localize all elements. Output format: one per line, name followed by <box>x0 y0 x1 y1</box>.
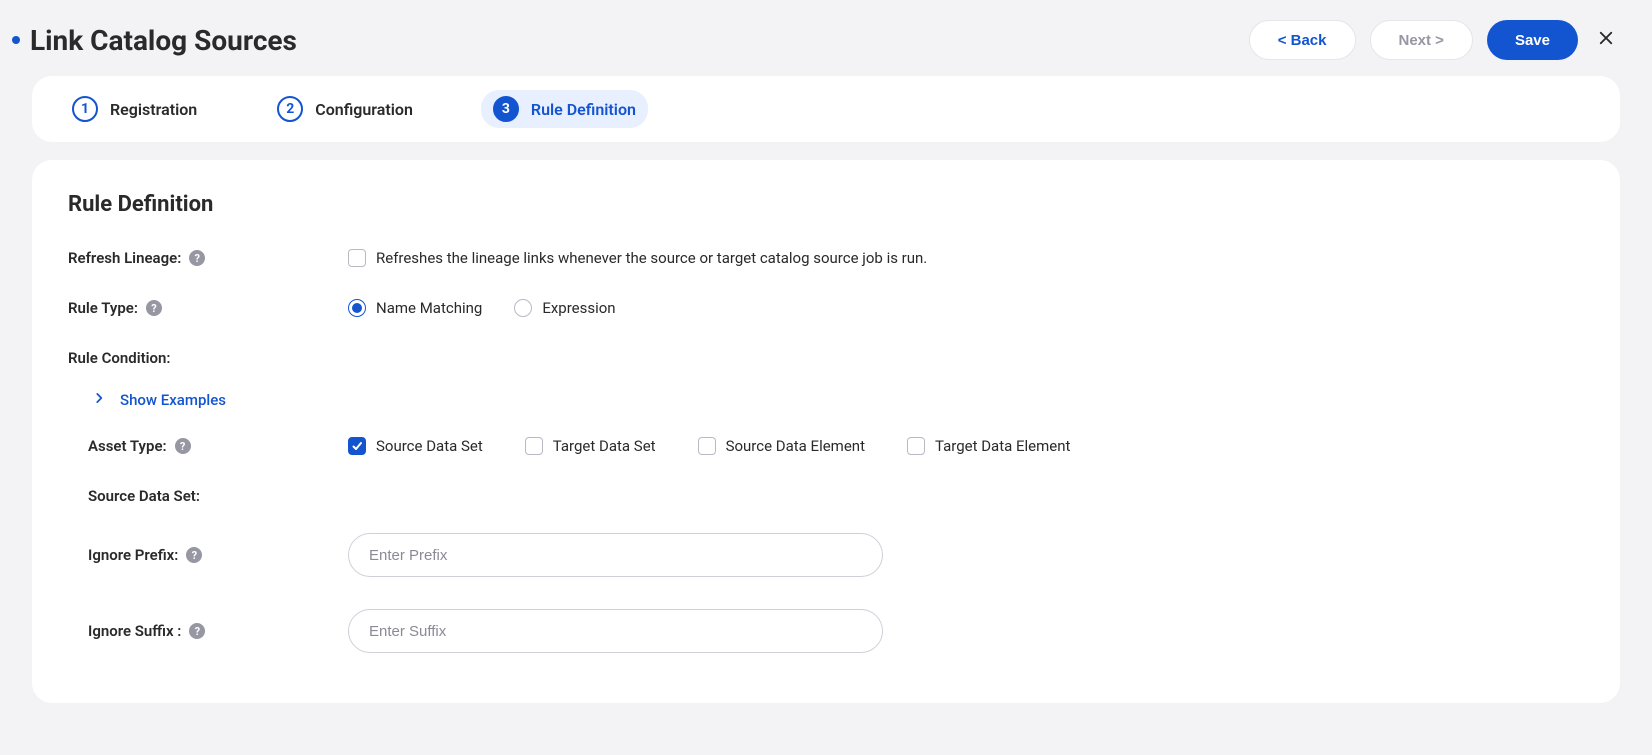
step-label: Configuration <box>315 100 413 119</box>
step-configuration[interactable]: 2 Configuration <box>265 90 425 128</box>
checkbox-target-data-element[interactable] <box>907 437 925 455</box>
ignore-suffix-label: Ignore Suffix : <box>88 622 181 640</box>
help-icon[interactable]: ? <box>175 438 191 454</box>
checkbox-source-data-element[interactable] <box>698 437 716 455</box>
section-title: Rule Definition <box>68 192 1584 217</box>
show-examples-toggle[interactable]: Show Examples <box>68 391 1584 409</box>
step-number: 3 <box>493 96 519 122</box>
radio-expression[interactable] <box>514 299 532 317</box>
bullet-indicator <box>12 36 20 44</box>
save-button[interactable]: Save <box>1487 20 1578 60</box>
chevron-right-icon <box>92 391 106 409</box>
checkbox-label: Source Data Element <box>726 437 865 455</box>
next-button[interactable]: Next > <box>1370 20 1473 60</box>
show-examples-label: Show Examples <box>120 391 226 409</box>
radio-name-matching[interactable] <box>348 299 366 317</box>
asset-type-label: Asset Type: <box>88 437 167 455</box>
step-rule-definition[interactable]: 3 Rule Definition <box>481 90 648 128</box>
step-registration[interactable]: 1 Registration <box>60 90 209 128</box>
help-icon[interactable]: ? <box>146 300 162 316</box>
help-icon[interactable]: ? <box>186 547 202 563</box>
close-button[interactable] <box>1592 26 1620 54</box>
help-icon[interactable]: ? <box>189 623 205 639</box>
ignore-prefix-label: Ignore Prefix: <box>88 546 178 564</box>
close-icon <box>1597 29 1615 51</box>
page-title: Link Catalog Sources <box>30 24 297 57</box>
source-data-set-label: Source Data Set: <box>68 487 1584 505</box>
checkbox-target-data-set[interactable] <box>525 437 543 455</box>
step-label: Rule Definition <box>531 100 636 119</box>
checkbox-label: Target Data Element <box>935 437 1070 455</box>
stepper: 1 Registration 2 Configuration 3 Rule De… <box>32 76 1620 142</box>
radio-label-expression: Expression <box>542 299 615 317</box>
ignore-prefix-input[interactable] <box>348 533 883 577</box>
step-label: Registration <box>110 100 197 119</box>
main-panel: Rule Definition Refresh Lineage: ? Refre… <box>32 160 1620 703</box>
ignore-suffix-input[interactable] <box>348 609 883 653</box>
step-number: 1 <box>72 96 98 122</box>
refresh-lineage-checkbox[interactable] <box>348 249 366 267</box>
refresh-lineage-description: Refreshes the lineage links whenever the… <box>376 249 927 267</box>
back-button[interactable]: < Back <box>1249 20 1356 60</box>
refresh-lineage-label: Refresh Lineage: <box>68 249 181 267</box>
help-icon[interactable]: ? <box>189 250 205 266</box>
rule-condition-label: Rule Condition: <box>68 349 1584 367</box>
step-number: 2 <box>277 96 303 122</box>
rule-type-label: Rule Type: <box>68 299 138 317</box>
checkbox-source-data-set[interactable] <box>348 437 366 455</box>
checkbox-label: Target Data Set <box>553 437 656 455</box>
checkbox-label: Source Data Set <box>376 437 483 455</box>
radio-label-name-matching: Name Matching <box>376 299 482 317</box>
